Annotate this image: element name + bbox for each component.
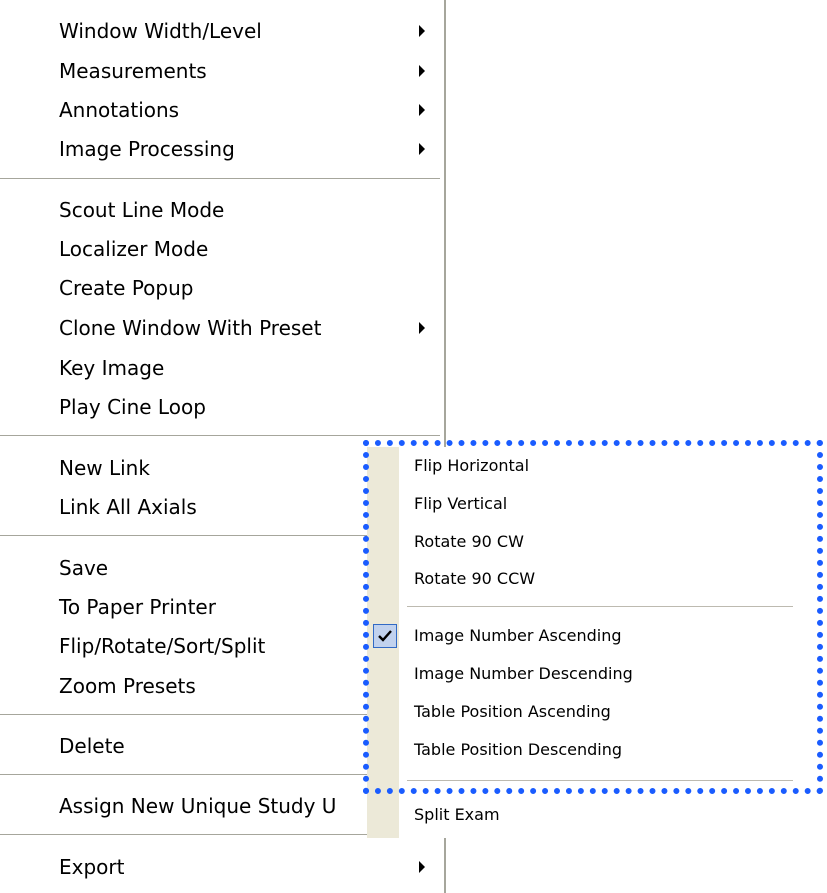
submenu-item-label: Table Position Ascending bbox=[414, 702, 611, 721]
submenu-item-label: Image Number Ascending bbox=[414, 626, 622, 645]
menu-separator bbox=[0, 435, 440, 437]
menu-item-annotations[interactable]: Annotations bbox=[0, 91, 444, 129]
submenu-arrow-icon bbox=[419, 25, 425, 37]
submenu-item-flip-vertical[interactable]: Flip Vertical bbox=[367, 485, 793, 523]
submenu-item-rotate-90-cw[interactable]: Rotate 90 CW bbox=[367, 523, 793, 561]
submenu-item-label: Flip Horizontal bbox=[414, 456, 530, 475]
submenu-item-rotate-90-ccw[interactable]: Rotate 90 CCW bbox=[367, 560, 793, 598]
menu-item-window-width-level[interactable]: Window Width/Level bbox=[0, 12, 444, 50]
submenu-arrow-icon bbox=[419, 322, 425, 334]
menu-item-measurements[interactable]: Measurements bbox=[0, 52, 444, 90]
menu-item-key-image[interactable]: Key Image bbox=[0, 349, 444, 387]
submenu-arrow-icon bbox=[419, 65, 425, 77]
submenu-item-table-position-ascending[interactable]: Table Position Ascending bbox=[367, 693, 793, 731]
menu-item-label: Flip/Rotate/Sort/Split bbox=[59, 634, 266, 658]
submenu-item-table-position-descending[interactable]: Table Position Descending bbox=[367, 731, 793, 769]
menu-item-label: Link All Axials bbox=[59, 495, 197, 519]
flip-rotate-sort-split-submenu: Flip Horizontal Flip Vertical Rotate 90 … bbox=[367, 447, 793, 838]
menu-item-label: Zoom Presets bbox=[59, 674, 196, 698]
submenu-item-label: Split Exam bbox=[414, 805, 500, 824]
menu-item-label: Play Cine Loop bbox=[59, 395, 206, 419]
submenu-separator bbox=[407, 780, 793, 782]
menu-item-label: Annotations bbox=[59, 98, 180, 122]
submenu-item-label: Image Number Descending bbox=[414, 664, 633, 683]
menu-item-label: Measurements bbox=[59, 59, 207, 83]
menu-item-label: Create Popup bbox=[59, 276, 194, 300]
menu-item-clone-window-with-preset[interactable]: Clone Window With Preset bbox=[0, 309, 444, 347]
menu-item-label: Clone Window With Preset bbox=[59, 316, 322, 340]
menu-item-label: To Paper Printer bbox=[59, 595, 216, 619]
submenu-item-flip-horizontal[interactable]: Flip Horizontal bbox=[367, 447, 793, 485]
submenu-item-label: Flip Vertical bbox=[414, 494, 508, 513]
menu-item-play-cine-loop[interactable]: Play Cine Loop bbox=[0, 388, 444, 426]
menu-item-label: Save bbox=[59, 556, 109, 580]
menu-separator bbox=[0, 178, 440, 180]
submenu-separator bbox=[407, 606, 793, 608]
menu-item-label: Export bbox=[59, 855, 125, 879]
menu-item-create-popup[interactable]: Create Popup bbox=[0, 269, 444, 307]
submenu-item-image-number-descending[interactable]: Image Number Descending bbox=[367, 655, 793, 693]
menu-item-image-processing[interactable]: Image Processing bbox=[0, 130, 444, 168]
submenu-item-image-number-ascending[interactable]: Image Number Ascending bbox=[367, 617, 793, 655]
submenu-arrow-icon bbox=[419, 861, 425, 873]
menu-item-export[interactable]: Export bbox=[0, 848, 444, 886]
menu-item-label: Window Width/Level bbox=[59, 19, 262, 43]
submenu-arrow-icon bbox=[419, 104, 425, 116]
menu-item-label: New Link bbox=[59, 456, 150, 480]
submenu-item-label: Rotate 90 CW bbox=[414, 532, 524, 551]
menu-item-label: Scout Line Mode bbox=[59, 198, 225, 222]
menu-item-label: Image Processing bbox=[59, 137, 235, 161]
menu-item-scout-line-mode[interactable]: Scout Line Mode bbox=[0, 191, 444, 229]
submenu-item-split-exam[interactable]: Split Exam bbox=[367, 796, 793, 834]
menu-item-label: Assign New Unique Study U bbox=[59, 794, 337, 818]
menu-item-localizer-mode[interactable]: Localizer Mode bbox=[0, 230, 444, 268]
menu-item-label: Delete bbox=[59, 734, 125, 758]
submenu-item-label: Rotate 90 CCW bbox=[414, 569, 536, 588]
menu-item-label: Localizer Mode bbox=[59, 237, 209, 261]
submenu-item-label: Table Position Descending bbox=[414, 740, 623, 759]
menu-item-label: Key Image bbox=[59, 356, 165, 380]
submenu-arrow-icon bbox=[419, 143, 425, 155]
